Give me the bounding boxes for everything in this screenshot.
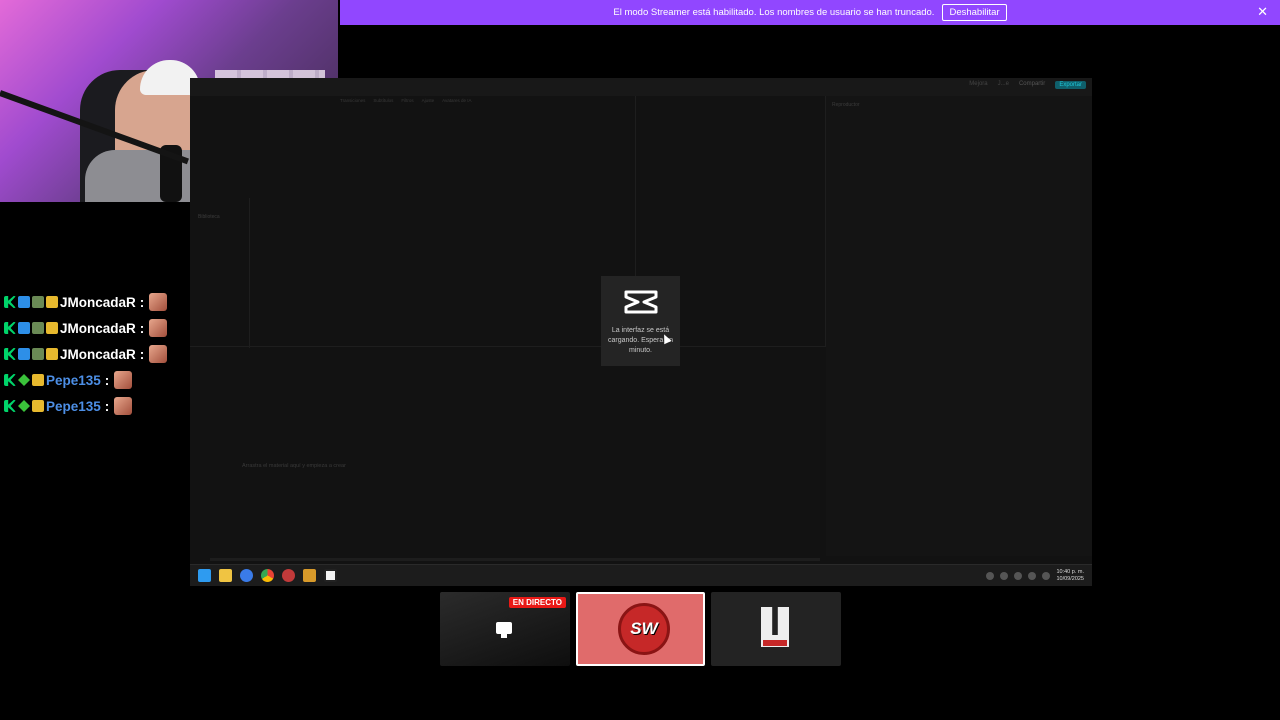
badge-icon — [32, 400, 44, 412]
drop-hint: Arrastra el material aquí y empieza a cr… — [242, 463, 346, 469]
share-button[interactable]: Compartir — [1019, 81, 1045, 89]
timeline-scrollbar[interactable] — [210, 558, 820, 561]
emote-icon — [149, 293, 168, 311]
badge-icon — [32, 348, 44, 360]
badge-icon — [46, 322, 58, 334]
file-explorer-icon[interactable] — [219, 569, 232, 582]
microphone-icon[interactable] — [1014, 572, 1023, 580]
emote-icon — [114, 371, 133, 389]
badge-icon — [18, 374, 30, 386]
disable-streamer-button[interactable]: Deshabilitar — [942, 4, 1007, 21]
clock[interactable]: 10:40 p. m. 10/09/2025 — [1056, 569, 1084, 583]
badge-icon — [4, 296, 16, 308]
chat-message: Pepe135 : — [4, 367, 194, 393]
scene-thumbnail-sw[interactable]: SW — [576, 592, 705, 666]
capcut-titlebar — [190, 78, 1092, 96]
badge-icon — [4, 400, 16, 412]
banner-message: El modo Streamer está habilitado. Los no… — [613, 7, 935, 18]
sw-logo: SW — [618, 603, 670, 655]
badge-icon — [32, 296, 44, 308]
properties-panel — [826, 96, 1092, 556]
capcut-logo-icon — [624, 290, 657, 314]
chrome-icon[interactable] — [261, 569, 274, 582]
taskbar: 10:40 p. m. 10/09/2025 — [190, 564, 1092, 586]
chat-separator: : — [139, 294, 145, 310]
monitor-icon — [496, 622, 512, 638]
badge-icon — [46, 348, 58, 360]
media-panel — [340, 96, 636, 346]
chat-separator: : — [104, 398, 110, 414]
badge-icon — [18, 296, 30, 308]
badge-icon — [4, 322, 16, 334]
scene-thumbnail-live[interactable]: EN DIRECTO — [440, 592, 570, 666]
emote-icon — [114, 397, 133, 415]
badge-icon — [18, 400, 30, 412]
streamer-mode-banner: El modo Streamer está habilitado. Los no… — [340, 0, 1280, 25]
chat-username: JMoncadaR — [60, 320, 136, 336]
system-tray: 10:40 p. m. 10/09/2025 — [986, 569, 1084, 583]
enhance-button[interactable]: Mejora — [969, 81, 987, 89]
chat-username: Pepe135 — [46, 398, 101, 414]
close-icon[interactable]: ✕ — [1257, 5, 1268, 19]
clock-time: 10:40 p. m. — [1056, 569, 1084, 575]
windows-start-icon[interactable] — [198, 569, 211, 582]
clock-date: 10/09/2025 — [1056, 576, 1084, 582]
sw-logo-text: SW — [630, 619, 658, 638]
player-label: Reproductor — [832, 102, 860, 108]
chat-username: JMoncadaR — [60, 346, 136, 362]
badge-icon — [46, 296, 58, 308]
volume-icon[interactable] — [1042, 572, 1051, 580]
chat-username: Pepe135 — [46, 372, 101, 388]
taskbar-apps — [198, 569, 337, 582]
export-button[interactable]: Exportar — [1055, 81, 1086, 89]
live-badge: EN DIRECTO — [508, 597, 566, 608]
scene-thumbnail-j[interactable] — [711, 592, 841, 666]
chevron-up-icon[interactable] — [986, 572, 995, 580]
opera-icon[interactable] — [282, 569, 295, 582]
chat-separator: : — [139, 346, 145, 362]
j-logo-banner — [763, 640, 787, 646]
badge-icon — [4, 374, 16, 386]
emote-icon — [149, 345, 168, 363]
network-icon[interactable] — [1000, 572, 1009, 580]
timeline-panel — [190, 346, 826, 556]
badge-icon — [32, 322, 44, 334]
capcut-header-actions: Mejora J...e Compartir Exportar — [969, 81, 1086, 89]
capcut-taskbar-icon[interactable] — [324, 569, 337, 582]
badge-icon — [18, 348, 30, 360]
library-panel — [190, 198, 250, 348]
chat-overlay: JMoncadaR : JMoncadaR : JMoncadaR : Pepe… — [4, 289, 194, 419]
chat-message: Pepe135 : — [4, 393, 194, 419]
badge-icon — [4, 348, 16, 360]
emote-icon — [149, 319, 168, 337]
edge-icon[interactable] — [240, 569, 253, 582]
badge-icon — [18, 322, 30, 334]
loading-dialog: La interfaz se está cargando. Espera un … — [601, 276, 680, 366]
user-menu[interactable]: J...e — [998, 81, 1009, 89]
chat-username: JMoncadaR — [60, 294, 136, 310]
winrar-icon[interactable] — [303, 569, 316, 582]
badge-icon — [32, 374, 44, 386]
chat-message: JMoncadaR : — [4, 315, 194, 341]
chat-separator: : — [104, 372, 110, 388]
library-label[interactable]: Biblioteca — [198, 214, 220, 220]
chat-separator: : — [139, 320, 145, 336]
chat-message: JMoncadaR : — [4, 341, 194, 367]
wifi-icon[interactable] — [1028, 572, 1037, 580]
chat-message: JMoncadaR : — [4, 289, 194, 315]
